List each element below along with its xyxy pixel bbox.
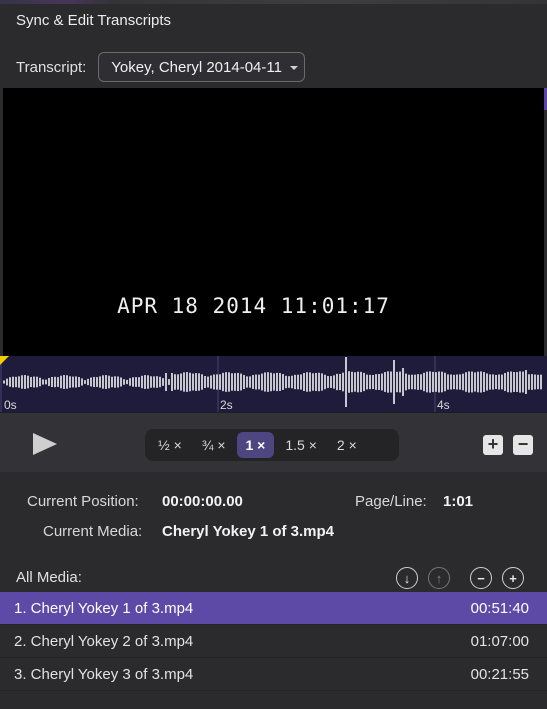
tick-label-1: 2s <box>220 398 233 412</box>
move-down-icon[interactable]: ↓ <box>396 567 418 589</box>
media-item-name: 1. Cheryl Yokey 1 of 3.mp4 <box>14 599 194 617</box>
all-media-label: All Media: <box>16 568 82 586</box>
chevron-down-icon <box>289 66 298 70</box>
media-item[interactable]: 3. Cheryl Yokey 3 of 3.mp4 00:21:55 <box>0 658 547 691</box>
zoom-in-icon[interactable]: + <box>483 435 503 455</box>
transcript-dropdown[interactable]: Yokey, Cheryl 2014-04-11 <box>98 52 305 82</box>
speed-two[interactable]: 2 × <box>328 432 366 458</box>
video-timestamp: APR 18 2014 11:01:17 <box>117 294 390 318</box>
media-item-duration: 00:21:55 <box>470 665 529 683</box>
tick-label-2: 4s <box>437 398 450 412</box>
speed-selector: ½ × ¾ × 1 × 1.5 × 2 × <box>145 429 399 461</box>
current-position-label: Current Position: <box>27 493 139 510</box>
media-info: Current Position: 00:00:00.00 Page/Line:… <box>0 478 547 558</box>
media-item-duration: 01:07:00 <box>470 632 529 650</box>
speed-three-quarter[interactable]: ¾ × <box>193 432 235 458</box>
transcript-row: Transcript: Yokey, Cheryl 2014-04-11 <box>0 50 547 84</box>
all-media-header: All Media: <box>0 563 547 591</box>
media-item[interactable]: 1. Cheryl Yokey 1 of 3.mp4 00:51:40 <box>0 592 547 625</box>
current-media-label: Current Media: <box>43 523 143 540</box>
media-item-name: 2. Cheryl Yokey 2 of 3.mp4 <box>14 632 194 650</box>
speed-half[interactable]: ½ × <box>149 432 191 458</box>
play-icon[interactable] <box>33 433 57 455</box>
current-position-value: 00:00:00.00 <box>162 493 243 510</box>
transcript-label: Transcript: <box>16 58 87 76</box>
remove-media-icon[interactable]: − <box>470 567 492 589</box>
page-line-value: 1:01 <box>443 493 474 510</box>
move-up-icon[interactable]: ↑ <box>428 567 450 589</box>
zoom-out-icon[interactable]: − <box>513 435 533 455</box>
current-media-value: Cheryl Yokey 1 of 3.mp4 <box>162 523 335 540</box>
waveform-svg <box>0 356 542 412</box>
transcript-selected: Yokey, Cheryl 2014-04-11 <box>111 58 282 76</box>
playhead-marker <box>0 356 9 365</box>
page-line-label: Page/Line: <box>355 493 427 510</box>
bottom-area <box>0 692 547 709</box>
speed-one-point-five[interactable]: 1.5 × <box>276 432 326 458</box>
window-title: Sync & Edit Transcripts <box>16 12 172 29</box>
media-item-duration: 00:51:40 <box>470 599 529 617</box>
media-item-name: 3. Cheryl Yokey 3 of 3.mp4 <box>14 665 194 683</box>
add-media-icon[interactable]: + <box>502 567 524 589</box>
audio-waveform[interactable]: 0s 2s 4s <box>0 356 547 412</box>
media-list: 1. Cheryl Yokey 1 of 3.mp4 00:51:40 2. C… <box>0 592 547 691</box>
media-item[interactable]: 2. Cheryl Yokey 2 of 3.mp4 01:07:00 <box>0 625 547 658</box>
playback-controls: ½ × ¾ × 1 × 1.5 × 2 × + − <box>0 412 547 472</box>
speed-one[interactable]: 1 × <box>236 432 275 458</box>
tick-label-0: 0s <box>4 398 17 412</box>
video-player[interactable]: APR 18 2014 11:01:17 <box>3 88 544 356</box>
